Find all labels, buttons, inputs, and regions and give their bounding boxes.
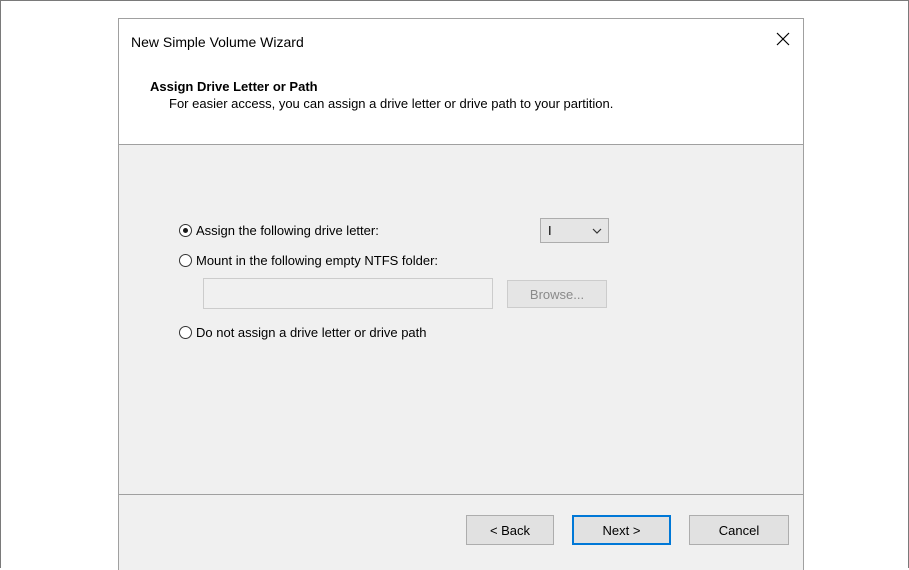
mount-folder-label: Mount in the following empty NTFS folder… bbox=[196, 253, 439, 268]
page-description: For easier access, you can assign a driv… bbox=[169, 96, 614, 111]
no-assign-option[interactable]: Do not assign a drive letter or drive pa… bbox=[179, 325, 427, 340]
close-icon bbox=[776, 32, 790, 46]
next-button[interactable]: Next > bbox=[572, 515, 671, 545]
no-assign-radio[interactable] bbox=[179, 326, 192, 339]
back-button[interactable]: < Back bbox=[466, 515, 554, 545]
assign-letter-label: Assign the following drive letter: bbox=[196, 223, 379, 238]
chevron-down-icon bbox=[592, 228, 602, 234]
no-assign-label: Do not assign a drive letter or drive pa… bbox=[196, 325, 427, 340]
content-panel: Assign the following drive letter: I Mou… bbox=[119, 145, 803, 495]
cancel-button[interactable]: Cancel bbox=[689, 515, 789, 545]
header-panel: Assign Drive Letter or Path For easier a… bbox=[119, 53, 803, 145]
mount-folder-radio[interactable] bbox=[179, 254, 192, 267]
folder-path-input[interactable] bbox=[203, 278, 493, 309]
page-title: Assign Drive Letter or Path bbox=[150, 79, 318, 94]
button-bar: < Back Next > Cancel bbox=[119, 495, 803, 570]
browse-button[interactable]: Browse... bbox=[507, 280, 607, 308]
mount-folder-option[interactable]: Mount in the following empty NTFS folder… bbox=[179, 253, 438, 268]
drive-letter-select[interactable]: I bbox=[540, 218, 609, 243]
drive-letter-value: I bbox=[548, 223, 552, 238]
assign-letter-option[interactable]: Assign the following drive letter: bbox=[179, 223, 379, 238]
wizard-dialog: New Simple Volume Wizard Assign Drive Le… bbox=[118, 18, 804, 570]
close-button[interactable] bbox=[763, 24, 803, 54]
title-bar: New Simple Volume Wizard bbox=[119, 19, 803, 53]
assign-letter-radio[interactable] bbox=[179, 224, 192, 237]
window-title: New Simple Volume Wizard bbox=[131, 34, 304, 50]
